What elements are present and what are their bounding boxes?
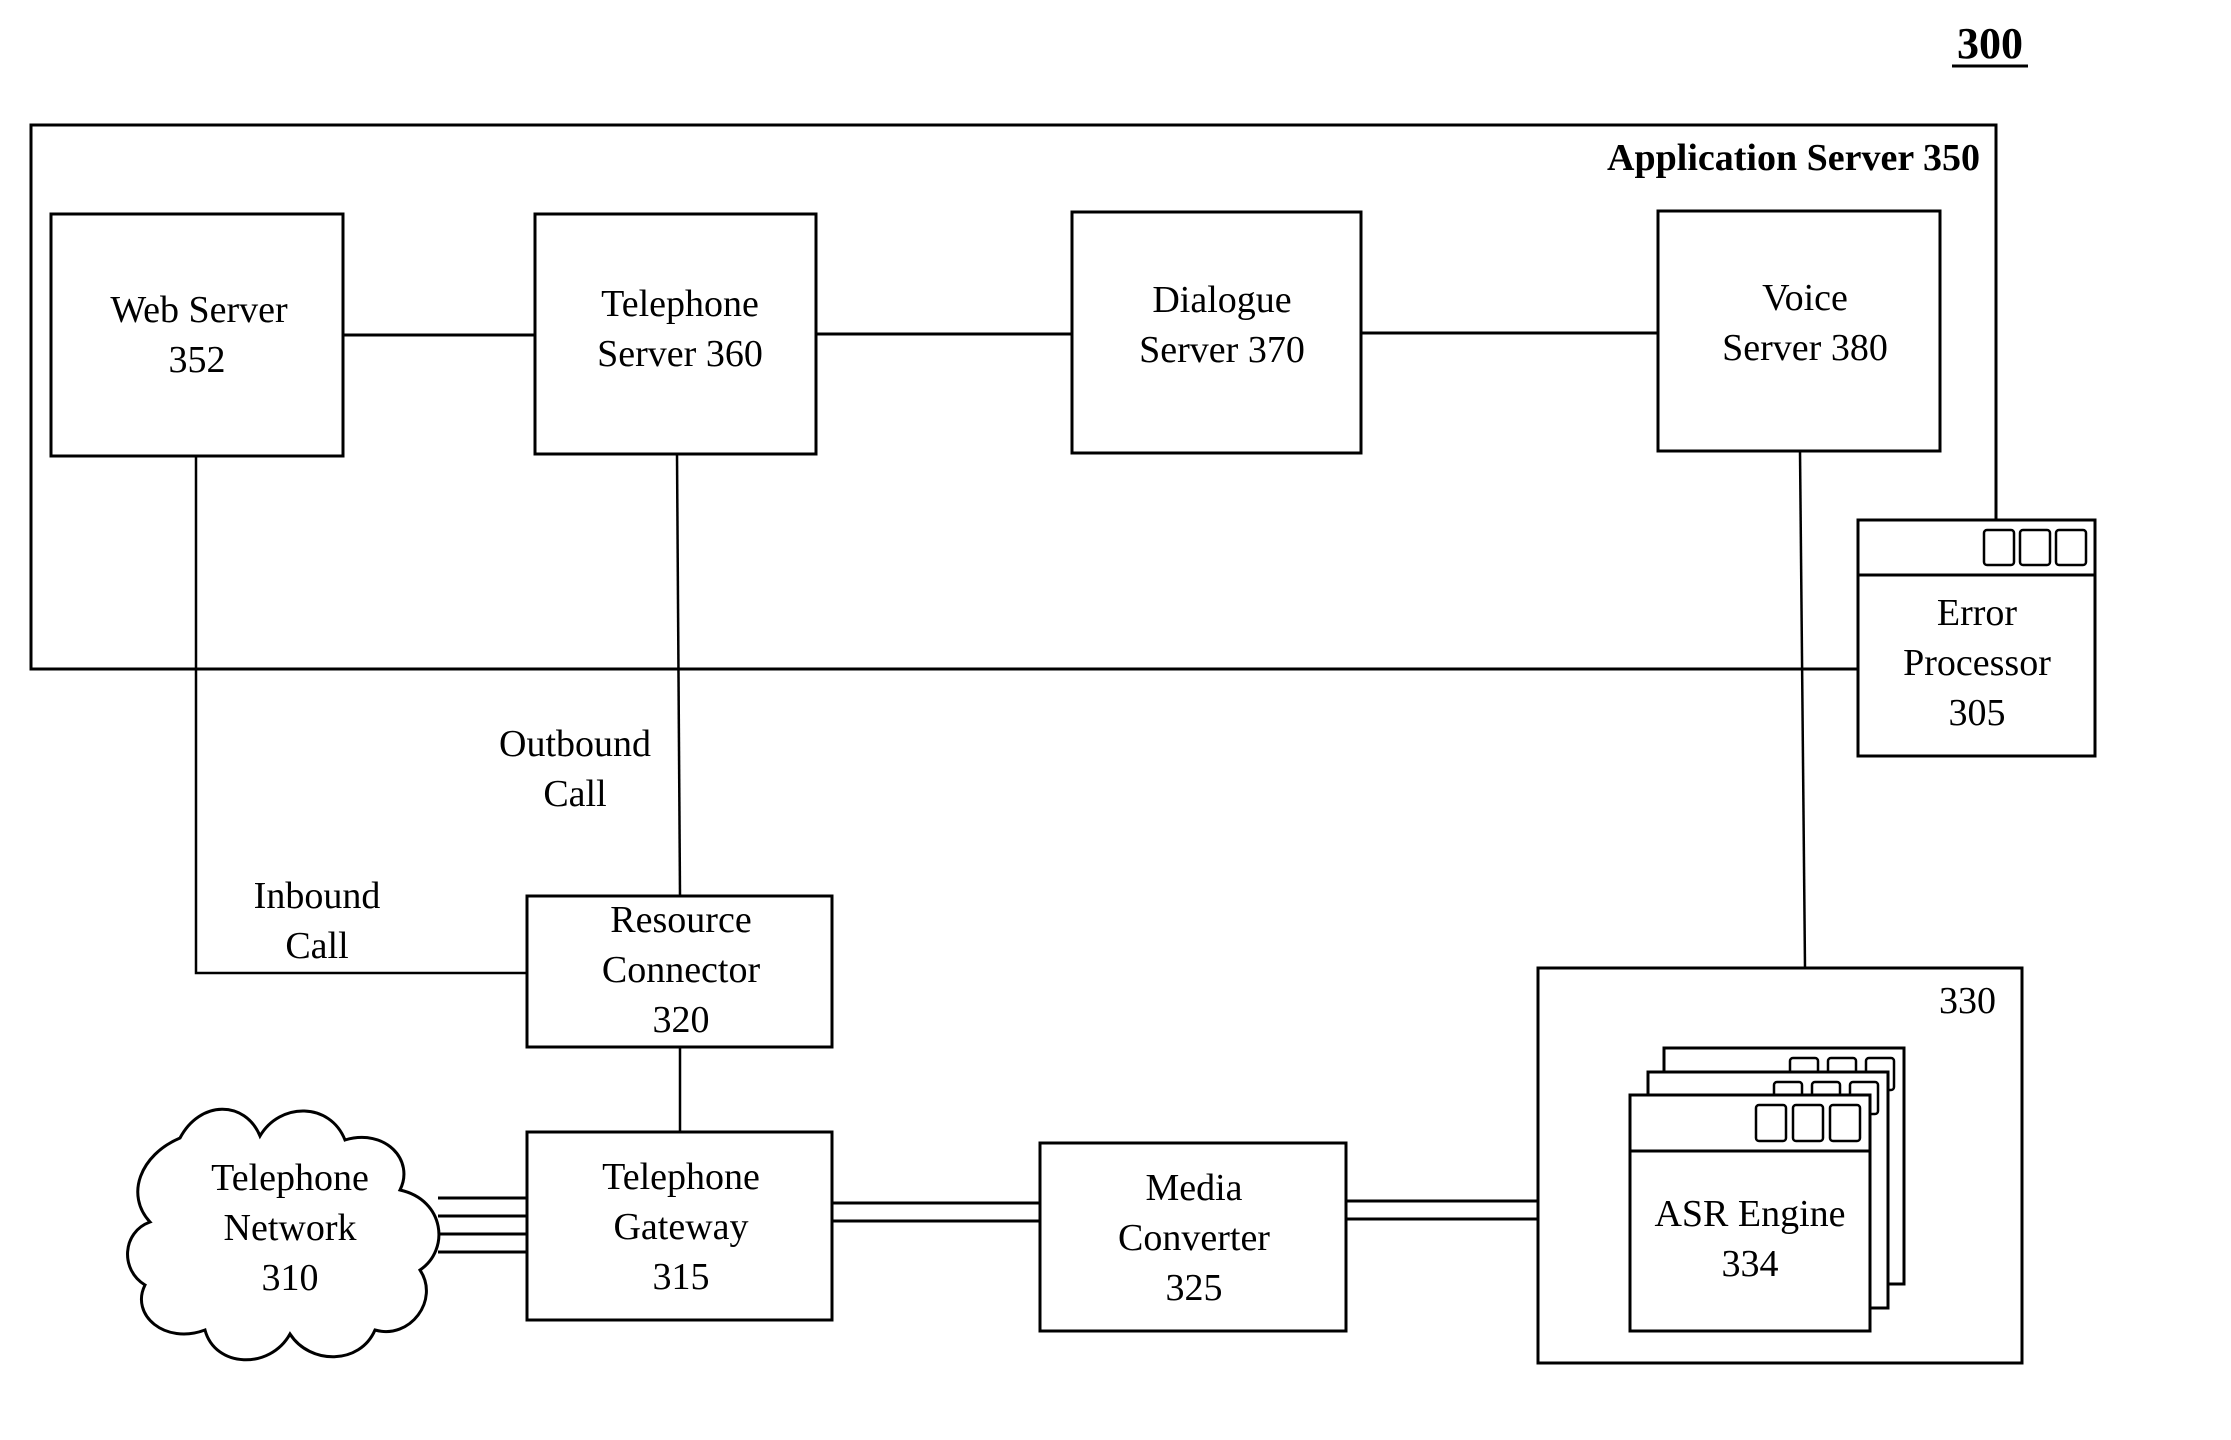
telephone-gateway-label-line2: Gateway — [613, 1206, 748, 1248]
voice-server-label-line2: Server 380 — [1722, 327, 1888, 369]
dialogue-server-label-line2: Server 370 — [1139, 329, 1305, 371]
web-server-node[interactable]: Web Server 352 — [49, 212, 345, 458]
edge-voice-to-asr-group — [1798, 450, 1807, 969]
telephone-network-node[interactable]: Telephone Network 310 — [126, 1107, 441, 1362]
asr-engine-label-line2: 334 — [1722, 1243, 1779, 1285]
error-processor-label-line3: 305 — [1949, 692, 2006, 734]
inbound-call-label-line2: Call — [285, 925, 348, 967]
media-converter-node[interactable]: Media Converter 325 — [1038, 1141, 1348, 1333]
error-processor-label-line2: Processor — [1903, 642, 2051, 684]
outbound-call-label-line2: Call — [543, 773, 606, 815]
telephone-gateway-label-line3: 315 — [653, 1256, 710, 1298]
media-converter-label-line1: Media — [1145, 1167, 1242, 1209]
inbound-call-label: Inbound Call — [254, 875, 381, 967]
edge-media-converter-to-asr-group — [1346, 1199, 1538, 1221]
telephone-server-label-line1: Telephone — [601, 283, 759, 325]
asr-engine-label-line1: ASR Engine — [1654, 1193, 1845, 1235]
outbound-call-label-line1: Outbound — [499, 723, 651, 765]
telephone-network-label-line3: 310 — [262, 1257, 319, 1299]
web-server-label-line1: Web Server — [110, 289, 288, 331]
application-server-label: Application Server 350 — [1607, 137, 1980, 179]
error-processor-label-line1: Error — [1937, 592, 2018, 634]
telephone-network-label-line1: Telephone — [211, 1157, 369, 1199]
inbound-call-label-line1: Inbound — [254, 875, 381, 917]
outbound-call-label: Outbound Call — [499, 723, 651, 815]
asr-group-node[interactable]: 330 ASR Engine 334 — [1536, 966, 2024, 1365]
dialogue-server-label-line1: Dialogue — [1152, 279, 1291, 321]
system-diagram: 300 Application Server 350 Web Server 35… — [29, 19, 2097, 1365]
asr-group-label: 330 — [1939, 980, 1996, 1022]
telephone-server-node[interactable]: Telephone Server 360 — [533, 212, 818, 456]
media-converter-label-line3: 325 — [1166, 1267, 1223, 1309]
media-converter-label-line2: Converter — [1118, 1217, 1270, 1259]
web-server-box — [49, 212, 345, 458]
telephone-network-label-line2: Network — [224, 1207, 357, 1249]
dialogue-server-node[interactable]: Dialogue Server 370 — [1070, 210, 1363, 455]
voice-server-node[interactable]: Voice Server 380 — [1656, 209, 1942, 453]
resource-connector-label-line2: Connector — [602, 949, 761, 991]
voice-server-label-line1: Voice — [1762, 277, 1848, 319]
resource-connector-label-line1: Resource — [610, 899, 751, 941]
figure-number: 300 — [1957, 19, 2023, 68]
edge-gateway-to-media-converter — [832, 1201, 1040, 1223]
telephone-gateway-node[interactable]: Telephone Gateway 315 — [525, 1130, 834, 1322]
telephone-gateway-label-line1: Telephone — [602, 1156, 760, 1198]
edge-outbound-call — [675, 453, 682, 897]
resource-connector-label-line3: 320 — [653, 999, 710, 1041]
web-server-label-line2: 352 — [169, 339, 226, 381]
error-processor-node[interactable]: Error Processor 305 — [1856, 518, 2097, 758]
edge-network-to-gateway — [438, 1196, 527, 1254]
asr-engine-window[interactable]: ASR Engine 334 — [1628, 1093, 1872, 1333]
telephone-server-label-line2: Server 360 — [597, 333, 763, 375]
resource-connector-node[interactable]: Resource Connector 320 — [525, 894, 834, 1049]
